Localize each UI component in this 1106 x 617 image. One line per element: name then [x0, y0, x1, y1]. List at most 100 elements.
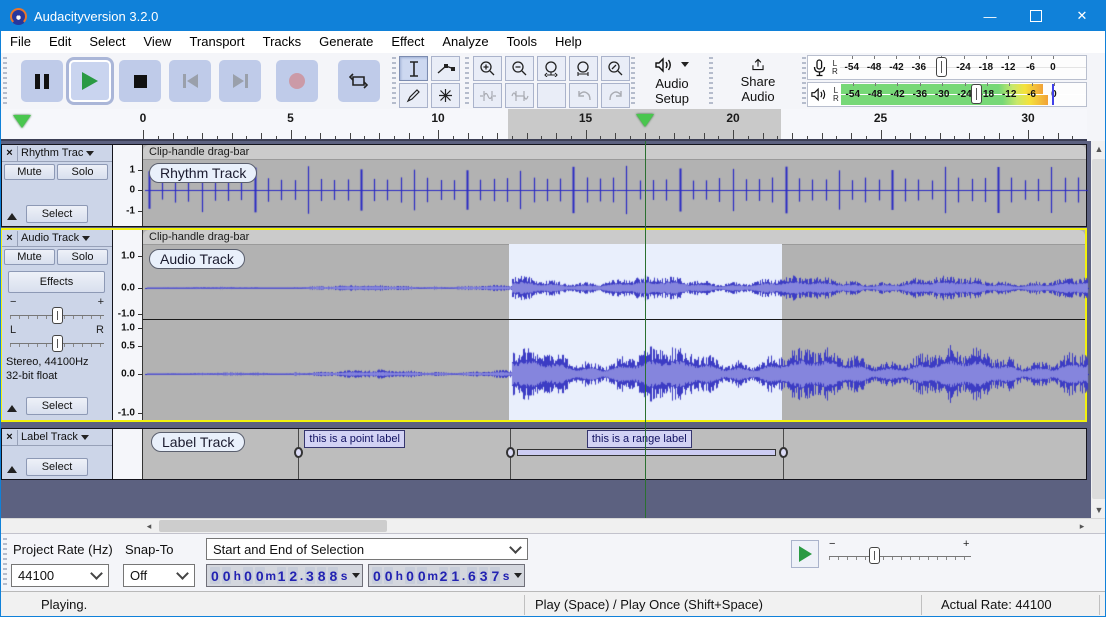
label-track-panel[interactable]: × Label Track Select: [2, 429, 113, 479]
time-unit[interactable]: .: [299, 567, 304, 584]
time-unit[interactable]: .: [461, 567, 466, 584]
audio-clip-dragbar[interactable]: Clip-handle drag-bar: [143, 230, 1085, 245]
envelope-tool-button[interactable]: [431, 56, 460, 81]
time-digit[interactable]: 0: [255, 567, 265, 584]
menu-item-file[interactable]: File: [1, 31, 40, 53]
pause-button[interactable]: [21, 60, 63, 102]
time-digit[interactable]: 8: [328, 567, 338, 584]
time-digit[interactable]: 3: [479, 567, 489, 584]
vertical-scrollbar[interactable]: ▲ ▼: [1091, 141, 1106, 518]
label-name-bubble[interactable]: Label Track: [151, 432, 245, 452]
time-digit[interactable]: 0: [243, 567, 253, 584]
time-digit[interactable]: 2: [288, 567, 298, 584]
silence-audio-button[interactable]: [505, 83, 534, 108]
speed-slider-handle[interactable]: [869, 547, 880, 564]
audio-track-panel[interactable]: × Audio Track Mute Solo Effects − + L R …: [2, 230, 113, 420]
time-digit[interactable]: 0: [210, 567, 220, 584]
range-label-text[interactable]: this is a range label: [587, 430, 692, 448]
point-label-text[interactable]: this is a point label: [304, 430, 405, 448]
skip-to-start-button[interactable]: [169, 60, 211, 102]
project-rate-combobox[interactable]: 44100: [11, 564, 109, 587]
menu-item-analyze[interactable]: Analyze: [433, 31, 497, 53]
audio-select-button[interactable]: Select: [26, 397, 88, 415]
record-meter-bars[interactable]: -54-48-42-36-24-18-12-60: [840, 56, 1086, 79]
scroll-left-icon[interactable]: ◂: [141, 519, 157, 533]
share-audio-button[interactable]: Share Audio: [717, 57, 799, 105]
trim-audio-button[interactable]: [473, 83, 502, 108]
time-unit[interactable]: m: [266, 567, 276, 584]
label-select-button[interactable]: Select: [26, 458, 88, 476]
time-digit[interactable]: 0: [372, 567, 382, 584]
label-track-content[interactable]: Label Track this is a point label this is…: [142, 429, 1086, 479]
time-digit[interactable]: 2: [439, 567, 449, 584]
rhythm-clip[interactable]: Clip-handle drag-bar Rhythm Track: [142, 145, 1086, 226]
time-unit[interactable]: h: [232, 567, 242, 584]
undo-button[interactable]: [569, 83, 598, 108]
audio-name-bubble[interactable]: Audio Track: [149, 249, 245, 269]
scroll-up-icon[interactable]: ▲: [1091, 141, 1106, 157]
range-label-bar[interactable]: [517, 449, 776, 456]
label-track-title[interactable]: Label Track: [18, 431, 112, 443]
time-digit[interactable]: 1: [277, 567, 287, 584]
menu-item-select[interactable]: Select: [80, 31, 134, 53]
zoom-fit-button[interactable]: [569, 56, 598, 81]
time-unit[interactable]: h: [394, 567, 404, 584]
gain-slider-handle[interactable]: [52, 307, 63, 324]
audio-setup-button[interactable]: Audio Setup: [639, 57, 705, 105]
horizontal-scrollbar[interactable]: ◂ ▸: [1, 518, 1106, 533]
scroll-right-icon[interactable]: ▸: [1074, 519, 1090, 533]
zoom-in-button[interactable]: [473, 56, 502, 81]
play-at-speed-button[interactable]: [791, 540, 819, 568]
loop-button[interactable]: [338, 60, 380, 102]
range-label-left-handle-icon[interactable]: [506, 447, 515, 458]
time-digit[interactable]: 0: [417, 567, 427, 584]
time-digit[interactable]: 7: [490, 567, 500, 584]
meter-gripper[interactable]: [802, 57, 806, 105]
time-digit[interactable]: 8: [317, 567, 327, 584]
menu-item-tools[interactable]: Tools: [498, 31, 546, 53]
rhythm-track-panel[interactable]: × Rhythm Trac Mute Solo Select: [2, 145, 113, 226]
selection-tool-button[interactable]: [399, 56, 428, 81]
audio-track-title[interactable]: Audio Track: [18, 232, 112, 244]
loop-pin-icon[interactable]: [13, 115, 31, 128]
timeline-ruler[interactable]: 051015202530: [111, 109, 1087, 141]
zoom-out-button[interactable]: [505, 56, 534, 81]
rhythm-clip-dragbar[interactable]: Clip-handle drag-bar: [143, 145, 1086, 160]
multi-tool-button[interactable]: [431, 83, 460, 108]
draw-tool-button[interactable]: [399, 83, 428, 108]
play-button[interactable]: [69, 60, 111, 102]
time-unit[interactable]: s: [501, 567, 511, 584]
minimize-button[interactable]: —: [967, 1, 1013, 31]
selection-toolbar-gripper[interactable]: [3, 538, 7, 588]
time-digit[interactable]: 1: [450, 567, 460, 584]
menu-item-tracks[interactable]: Tracks: [254, 31, 311, 53]
audio-effects-button[interactable]: Effects: [8, 271, 105, 293]
rhythm-select-button[interactable]: Select: [26, 205, 88, 223]
share-gripper[interactable]: [709, 57, 713, 105]
time-digit[interactable]: 0: [384, 567, 394, 584]
range-label-right-handle-icon[interactable]: [779, 447, 788, 458]
time-digit[interactable]: 6: [467, 567, 477, 584]
meter-slider-handle[interactable]: [936, 57, 947, 77]
point-label-handle-icon[interactable]: [294, 447, 303, 458]
redo-button[interactable]: [601, 83, 630, 108]
time-caret-icon[interactable]: [352, 573, 360, 578]
meter-slider-handle[interactable]: [971, 84, 982, 104]
zoom-selection-button[interactable]: [537, 56, 566, 81]
menu-item-generate[interactable]: Generate: [310, 31, 382, 53]
record-button[interactable]: [276, 60, 318, 102]
audio-vertical-ruler[interactable]: 1.00.0-1.01.00.50.0-1.0: [113, 230, 142, 420]
close-button[interactable]: ✕: [1059, 1, 1105, 31]
audio-solo-button[interactable]: Solo: [57, 249, 108, 265]
scroll-down-icon[interactable]: ▼: [1091, 502, 1106, 518]
audio-close-icon[interactable]: ×: [2, 231, 18, 246]
selection-start-timefield[interactable]: 00h00m12.388s: [206, 564, 363, 587]
time-unit[interactable]: m: [428, 567, 438, 584]
horizontal-scrollbar-thumb[interactable]: [159, 520, 387, 532]
vertical-scrollbar-thumb[interactable]: [1092, 159, 1106, 499]
time-digit[interactable]: 0: [405, 567, 415, 584]
menu-item-edit[interactable]: Edit: [40, 31, 80, 53]
rhythm-close-icon[interactable]: ×: [2, 146, 18, 161]
zoom-toggle-button[interactable]: [601, 56, 630, 81]
pan-slider-handle[interactable]: [52, 335, 63, 352]
